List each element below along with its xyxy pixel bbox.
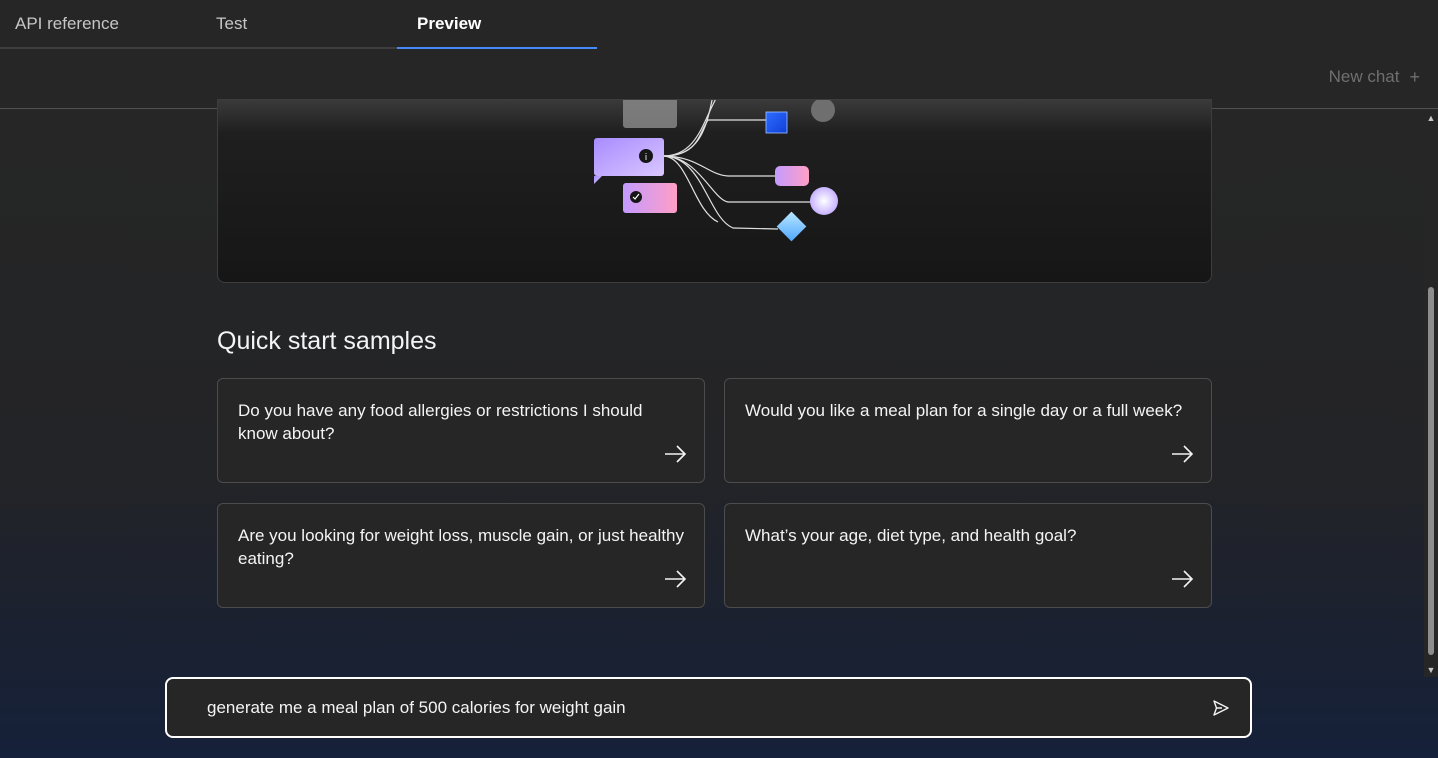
tab-api-reference[interactable]: API reference <box>0 0 197 49</box>
sample-text: Are you looking for weight loss, muscle … <box>238 526 685 568</box>
scroll-up-icon[interactable]: ▲ <box>1426 113 1436 123</box>
flow-illustration: i <box>594 100 838 242</box>
scroll-down-icon[interactable]: ▼ <box>1426 665 1436 675</box>
hero-illustration: i <box>217 99 1212 283</box>
plus-icon: + <box>1409 67 1420 87</box>
quick-start-sample-card[interactable]: Are you looking for weight loss, muscle … <box>217 503 705 608</box>
quick-start-sample-card[interactable]: What’s your age, diet type, and health g… <box>724 503 1212 608</box>
arrow-right-icon <box>665 570 687 588</box>
send-icon[interactable] <box>1212 699 1230 717</box>
chat-input-text[interactable]: generate me a meal plan of 500 calories … <box>207 698 626 718</box>
quick-start-sample-card[interactable]: Would you like a meal plan for a single … <box>724 378 1212 483</box>
tab-preview[interactable]: Preview <box>397 0 597 49</box>
svg-text:i: i <box>645 153 648 163</box>
vertical-scrollbar[interactable]: ▲ ▼ <box>1424 109 1438 677</box>
quick-start-sample-card[interactable]: Do you have any food allergies or restri… <box>217 378 705 483</box>
scrollbar-thumb[interactable] <box>1428 287 1434 655</box>
chat-input-box[interactable]: generate me a meal plan of 500 calories … <box>165 677 1252 738</box>
sample-text: Would you like a meal plan for a single … <box>745 401 1183 420</box>
sample-text: Do you have any food allergies or restri… <box>238 401 643 443</box>
arrow-right-icon <box>1172 570 1194 588</box>
new-chat-label: New chat <box>1328 67 1400 86</box>
new-chat-button[interactable]: New chat + <box>1329 67 1420 87</box>
chat-preview-area: i Quick start samples Do you have any fo… <box>0 99 1438 758</box>
sample-text: What’s your age, diet type, and health g… <box>745 526 1077 545</box>
arrow-right-icon <box>1172 445 1194 463</box>
quick-start-title: Quick start samples <box>217 327 437 355</box>
tab-bar: API reference Test Preview <box>0 0 1438 49</box>
tab-test[interactable]: Test <box>197 0 397 49</box>
arrow-right-icon <box>665 445 687 463</box>
